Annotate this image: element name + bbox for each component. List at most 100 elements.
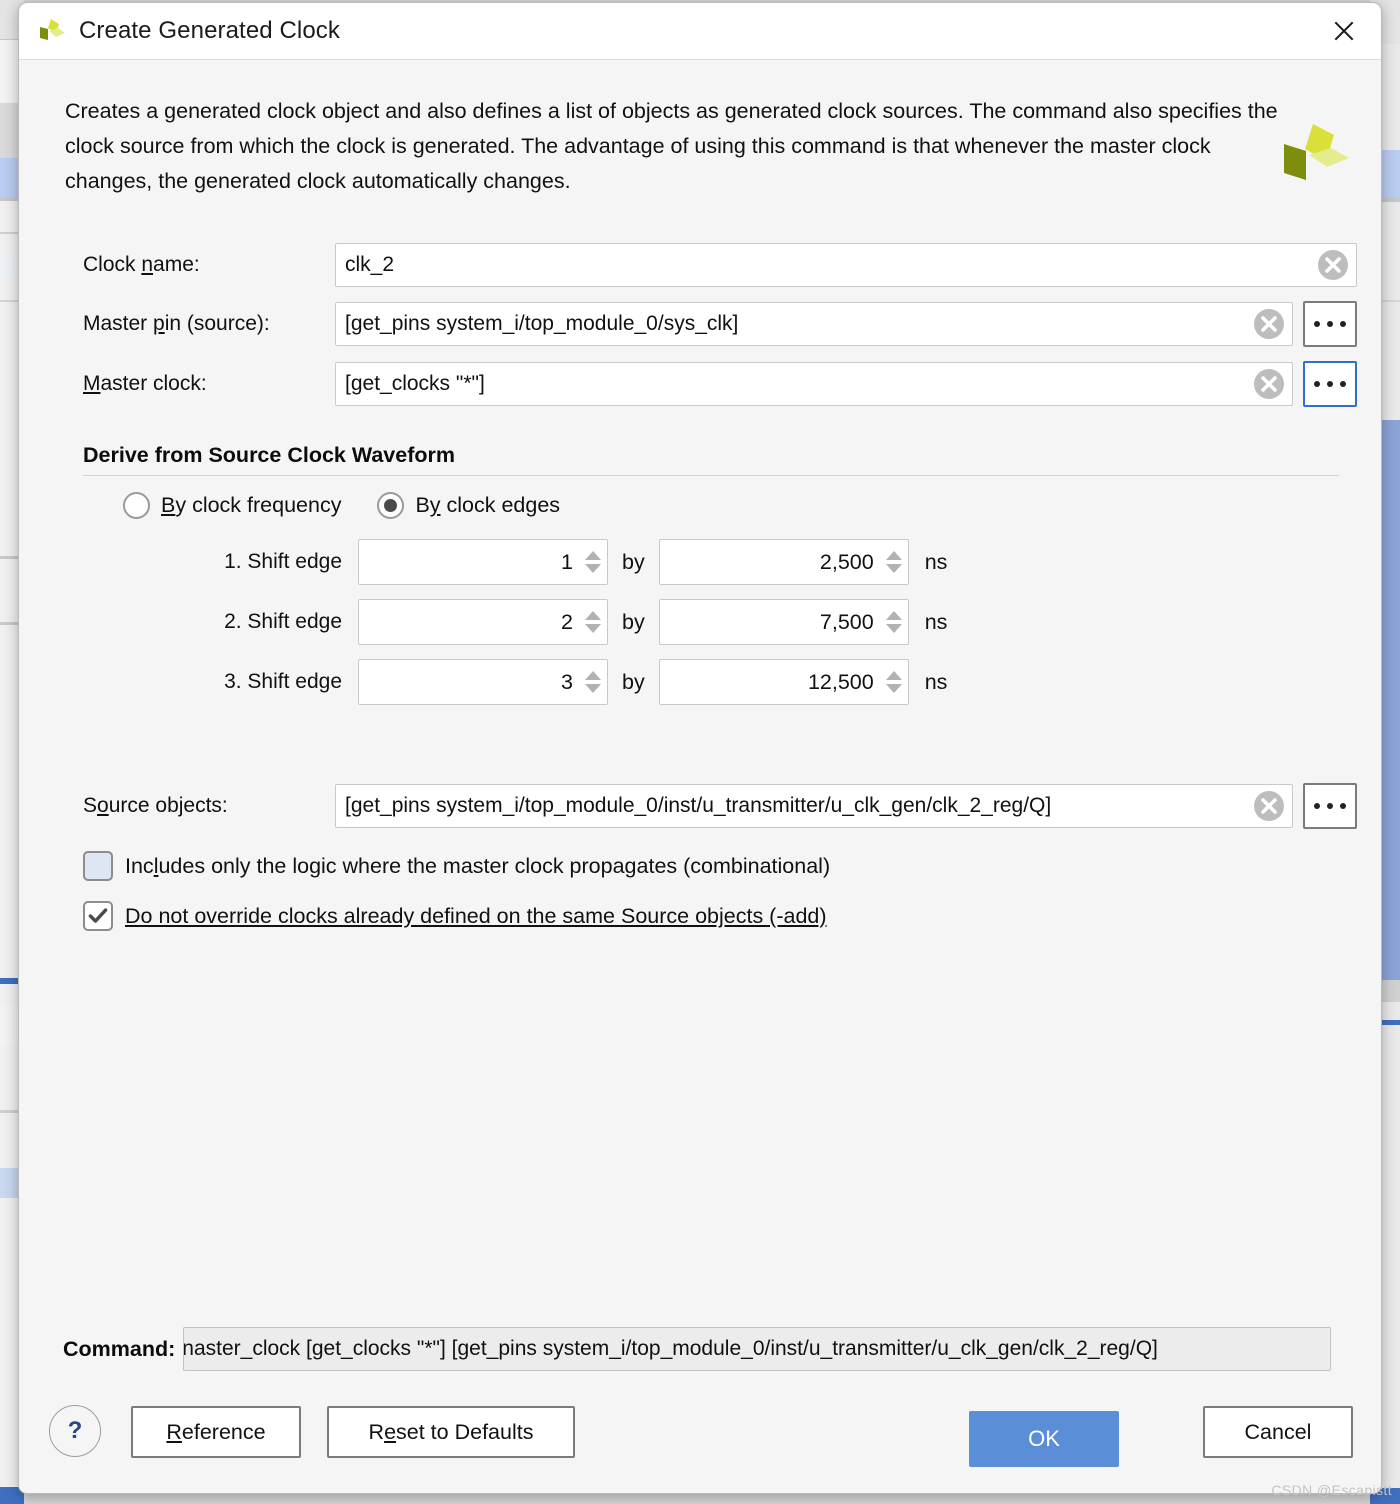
do-not-override-checkbox[interactable] [83, 901, 113, 931]
clear-circle-icon[interactable] [1317, 249, 1349, 281]
mnemonic-letter: M [83, 372, 101, 395]
dot [1327, 321, 1333, 327]
spinner-up-icon[interactable] [885, 671, 902, 680]
command-text: naster_clock [get_clocks "*"] [get_pins … [183, 1337, 1158, 1360]
clock-name-value: clk_2 [345, 253, 395, 276]
shift-edge-value: 2 [561, 609, 573, 634]
by-label: by [622, 549, 645, 574]
shift-amount-value: 7,500 [819, 609, 874, 634]
shift-edge-label: 1. Shift edge [224, 550, 342, 573]
master-clock-row: Master clock: [get_clocks "*"] [83, 361, 1357, 407]
dot [1314, 381, 1320, 387]
shift-edge-spinner[interactable]: 1 [358, 539, 608, 585]
shift-amount-value: 2,500 [819, 549, 874, 574]
dialog-description: Creates a generated clock object and als… [65, 99, 1278, 193]
dot [1314, 321, 1320, 327]
mnemonic-letter: B [161, 493, 176, 517]
mnemonic-letter: R [166, 1419, 182, 1444]
combinational-checkbox[interactable] [83, 851, 113, 881]
dialog-titlebar: Create Generated Clock [19, 3, 1381, 60]
shift-edge-spinner[interactable]: 3 [358, 659, 608, 705]
command-field[interactable]: naster_clock [get_clocks "*"] [get_pins … [183, 1327, 1332, 1371]
radio-by-clock-frequency-label[interactable]: By clock frequency [161, 493, 341, 518]
spinner-down-icon[interactable] [585, 624, 601, 633]
spinner-down-icon[interactable] [885, 624, 902, 633]
radio-by-clock-edges[interactable] [377, 492, 405, 519]
source-objects-browse-button[interactable] [1303, 783, 1357, 829]
spinner-arrows[interactable] [884, 609, 904, 635]
radio-dot [384, 499, 398, 512]
cancel-button[interactable]: Cancel [1203, 1406, 1353, 1458]
by-label: by [622, 609, 645, 634]
shift-amount-spinner[interactable]: 7,500 [658, 599, 909, 645]
spinner-down-icon[interactable] [885, 564, 902, 573]
master-pin-label: Master pin (source): [83, 312, 270, 335]
spinner-arrows[interactable] [583, 549, 603, 575]
clear-circle-icon[interactable] [1253, 368, 1285, 400]
spinner-arrows[interactable] [583, 669, 603, 695]
spinner-up-icon[interactable] [585, 671, 601, 680]
clear-circle-icon[interactable] [1253, 790, 1285, 822]
mnemonic-letter: l [153, 853, 159, 878]
spinner-down-icon[interactable] [585, 684, 601, 693]
spinner-arrows[interactable] [884, 669, 904, 695]
shift-amount-spinner[interactable]: 2,500 [658, 539, 909, 585]
spinner-up-icon[interactable] [585, 551, 601, 560]
master-pin-value: [get_pins system_i/top_module_0/sys_clk] [345, 312, 739, 335]
dot [1327, 381, 1333, 387]
watermark: CSDN @Escapistt [1271, 1482, 1392, 1498]
radio-by-clock-edges-label[interactable]: By clock edges [415, 493, 560, 518]
spinner-arrows[interactable] [583, 609, 603, 635]
shift-edge-value: 3 [561, 669, 573, 694]
dot [1340, 381, 1346, 387]
spinner-up-icon[interactable] [585, 611, 601, 620]
clock-name-input[interactable]: clk_2 [335, 243, 1357, 287]
reference-button[interactable]: Reference [131, 1406, 301, 1458]
create-generated-clock-dialog: Create Generated Clock Creates a generat… [18, 2, 1382, 1494]
unit-label: ns [924, 609, 948, 634]
unit-label: ns [924, 669, 948, 694]
source-objects-row: Source objects: [get_pins system_i/top_m… [83, 783, 1357, 829]
radio-by-clock-frequency[interactable] [123, 492, 150, 519]
master-clock-input[interactable]: [get_clocks "*"] [335, 362, 1293, 406]
master-clock-label: Master clock: [83, 372, 207, 395]
master-clock-value: [get_clocks "*"] [345, 372, 485, 395]
close-icon[interactable] [1317, 7, 1371, 55]
mnemonic-letter: y [429, 493, 441, 517]
shift-amount-spinner[interactable]: 12,500 [658, 659, 909, 705]
dialog-button-bar: ? Reference Re set to Defaults OK Cancel [19, 1403, 1381, 1467]
spinner-down-icon[interactable] [585, 564, 601, 573]
dialog-title: Create Generated Clock [79, 17, 340, 44]
clear-circle-icon[interactable] [1253, 308, 1285, 340]
help-button[interactable]: ? [49, 1405, 101, 1457]
vivado-hero-logo-icon [1279, 122, 1353, 188]
mnemonic-letter: n [141, 253, 154, 276]
dot [1314, 803, 1320, 809]
combinational-checkbox-row: Includes only the logic where the master… [83, 851, 1357, 881]
spinner-arrows[interactable] [884, 549, 904, 575]
dialog-body: Creates a generated clock object and als… [19, 94, 1381, 931]
spinner-down-icon[interactable] [885, 684, 902, 693]
group-divider [83, 475, 1339, 476]
do-not-override-checkbox-label[interactable]: Do not override clocks already defined o… [125, 904, 827, 929]
do-not-override-checkbox-row: Do not override clocks already defined o… [83, 901, 1357, 931]
master-pin-input[interactable]: [get_pins system_i/top_module_0/sys_clk] [335, 302, 1293, 346]
reset-to-defaults-button[interactable]: Re set to Defaults [327, 1406, 575, 1458]
dot [1327, 803, 1333, 809]
spinner-up-icon[interactable] [885, 611, 902, 620]
source-objects-input[interactable]: [get_pins system_i/top_module_0/inst/u_t… [335, 784, 1293, 828]
combinational-checkbox-label[interactable]: Includes only the logic where the master… [125, 854, 830, 879]
mnemonic-letter: D [125, 903, 141, 928]
master-pin-browse-button[interactable] [1303, 301, 1357, 347]
shift-amount-value: 12,500 [807, 669, 874, 694]
vivado-logo-icon [37, 18, 67, 44]
master-clock-browse-button[interactable] [1303, 361, 1357, 407]
shift-edge-row: 3. Shift edge 3 by 12,500 ns [182, 659, 1357, 705]
source-objects-label: Source objects: [83, 794, 228, 817]
shift-edge-spinner[interactable]: 2 [358, 599, 608, 645]
shift-edge-label: 2. Shift edge [224, 610, 342, 633]
command-row: Command: naster_clock [get_clocks "*"] [… [63, 1327, 1332, 1371]
spinner-up-icon[interactable] [885, 551, 902, 560]
ok-button[interactable]: OK [969, 1411, 1119, 1467]
dot [1340, 803, 1346, 809]
